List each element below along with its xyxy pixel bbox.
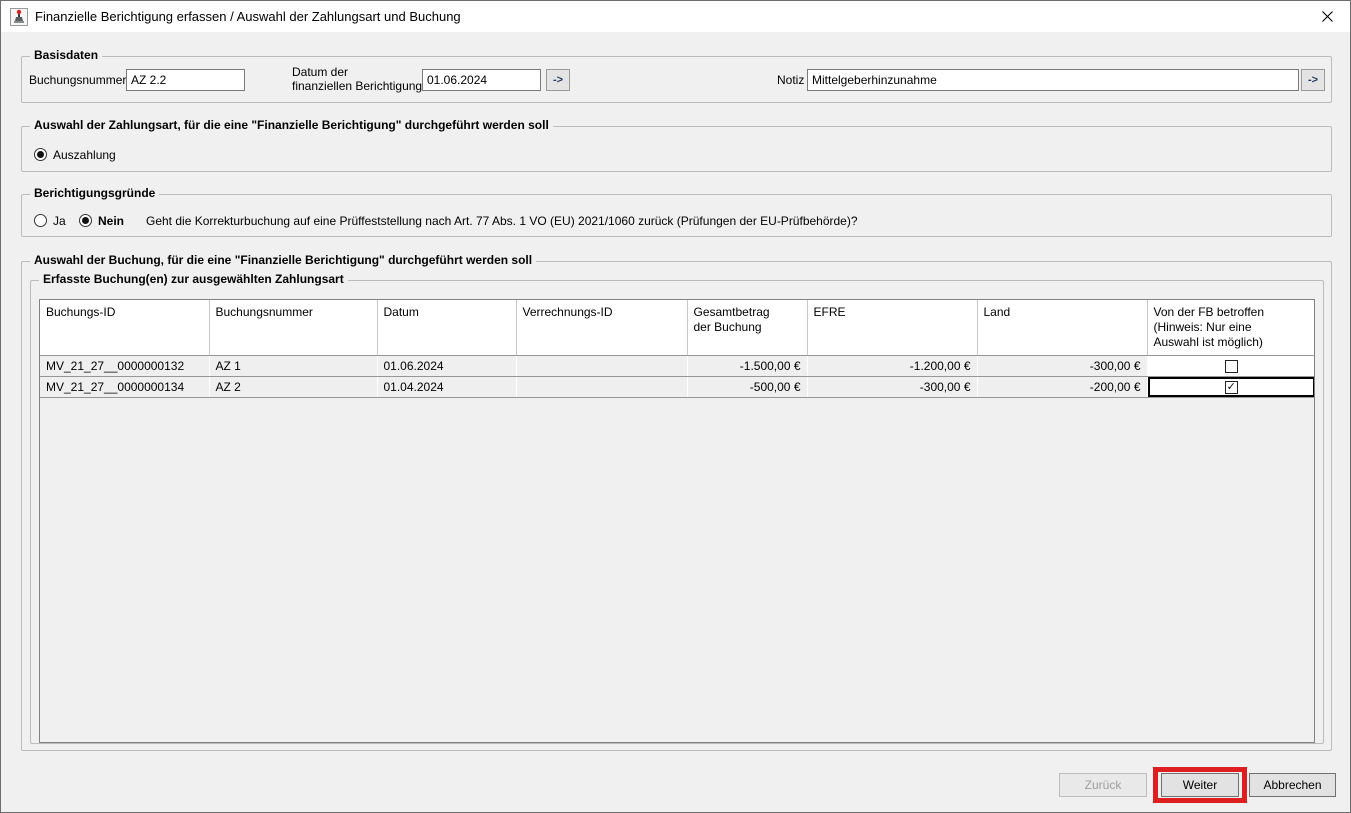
radio-auszahlung[interactable] [34, 148, 47, 161]
cell-fb-betroffen [1147, 356, 1315, 377]
group-basisdaten-legend: Basisdaten [30, 48, 102, 62]
group-berichtigungsgruende: Berichtigungsgründe Ja Nein Geht die Kor… [21, 194, 1332, 237]
col-header-buchungsnummer: Buchungsnummer [209, 300, 377, 356]
group-buchung: Auswahl der Buchung, für die eine "Finan… [21, 261, 1332, 751]
cell-datum[interactable]: 01.04.2024 [377, 377, 516, 398]
datum-label: Datum der finanziellen Berichtigung [292, 65, 422, 93]
cell-gesamtbetrag[interactable]: -1.500,00 € [687, 356, 807, 377]
col-header-verrechnungs-id: Verrechnungs-ID [516, 300, 687, 356]
group-berichtigungsgruende-legend: Berichtigungsgründe [30, 186, 159, 200]
cell-verrechnungs-id[interactable] [516, 377, 687, 398]
radio-dot [37, 217, 44, 224]
cell-buchungs-id[interactable]: MV_21_27__0000000134 [40, 377, 209, 398]
close-icon [1322, 11, 1333, 22]
col-header-datum: Datum [377, 300, 516, 356]
group-erfasste-buchungen-legend: Erfasste Buchung(en) zur ausgewählten Za… [39, 272, 348, 286]
datum-input[interactable] [422, 69, 541, 91]
table-row[interactable]: MV_21_27__0000000134 AZ 2 01.04.2024 -50… [40, 377, 1315, 398]
cell-efre[interactable]: -300,00 € [807, 377, 977, 398]
datum-picker-button[interactable]: -> [546, 69, 570, 91]
notiz-label: Notiz [777, 73, 804, 87]
weiter-button[interactable]: Weiter [1161, 773, 1239, 797]
cell-land[interactable]: -300,00 € [977, 356, 1147, 377]
cell-land[interactable]: -200,00 € [977, 377, 1147, 398]
cell-buchungsnummer[interactable]: AZ 1 [209, 356, 377, 377]
group-basisdaten: Basisdaten Buchungsnummer Datum der fina… [21, 56, 1332, 103]
zurueck-button[interactable]: Zurück [1059, 773, 1147, 797]
cell-buchungsnummer[interactable]: AZ 2 [209, 377, 377, 398]
buchungsnummer-input[interactable] [126, 69, 245, 91]
group-zahlungsart-legend: Auswahl der Zahlungsart, für die eine "F… [30, 118, 553, 132]
app-icon [10, 8, 28, 26]
window-title: Finanzielle Berichtigung erfassen / Ausw… [35, 9, 461, 24]
fb-checkbox-checked[interactable]: ✓ [1225, 381, 1238, 394]
radio-nein[interactable] [79, 214, 92, 227]
cell-verrechnungs-id[interactable] [516, 356, 687, 377]
radio-ja[interactable] [34, 214, 47, 227]
dialog-window: Finanzielle Berichtigung erfassen / Ausw… [0, 0, 1351, 813]
radio-dot [82, 217, 89, 224]
cell-gesamtbetrag[interactable]: -500,00 € [687, 377, 807, 398]
cell-fb-betroffen-focused: ✓ [1147, 377, 1315, 398]
radio-auszahlung-label: Auszahlung [53, 148, 116, 162]
group-zahlungsart: Auswahl der Zahlungsart, für die eine "F… [21, 126, 1332, 172]
radio-dot [37, 151, 44, 158]
cell-datum[interactable]: 01.06.2024 [377, 356, 516, 377]
col-header-buchungs-id: Buchungs-ID [40, 300, 209, 356]
berichtigungsgruende-question: Geht die Korrekturbuchung auf eine Prüff… [146, 214, 858, 228]
buchungen-table: Buchungs-ID Buchungsnummer Datum Verrech… [40, 300, 1315, 398]
cell-efre[interactable]: -1.200,00 € [807, 356, 977, 377]
table-row[interactable]: MV_21_27__0000000132 AZ 1 01.06.2024 -1.… [40, 356, 1315, 377]
abbrechen-button[interactable]: Abbrechen [1249, 773, 1336, 797]
col-header-fb-betroffen: Von der FB betroffen (Hinweis: Nur eine … [1147, 300, 1315, 356]
col-header-efre: EFRE [807, 300, 977, 356]
buchungsnummer-label: Buchungsnummer [29, 73, 126, 87]
titlebar: Finanzielle Berichtigung erfassen / Ausw… [1, 1, 1350, 32]
col-header-land: Land [977, 300, 1147, 356]
group-erfasste-buchungen: Erfasste Buchung(en) zur ausgewählten Za… [30, 280, 1324, 744]
fb-checkbox-unchecked[interactable] [1225, 360, 1238, 373]
col-header-gesamtbetrag: Gesamtbetrag der Buchung [687, 300, 807, 356]
cell-buchungs-id[interactable]: MV_21_27__0000000132 [40, 356, 209, 377]
notiz-input[interactable] [807, 69, 1299, 91]
radio-ja-label: Ja [53, 214, 66, 228]
buchungen-table-viewport: Buchungs-ID Buchungsnummer Datum Verrech… [39, 299, 1315, 743]
group-buchung-legend: Auswahl der Buchung, für die eine "Finan… [30, 253, 536, 267]
table-header-row: Buchungs-ID Buchungsnummer Datum Verrech… [40, 300, 1315, 356]
radio-nein-label: Nein [98, 214, 124, 228]
notiz-expand-button[interactable]: -> [1301, 69, 1325, 91]
close-button[interactable] [1305, 1, 1350, 32]
